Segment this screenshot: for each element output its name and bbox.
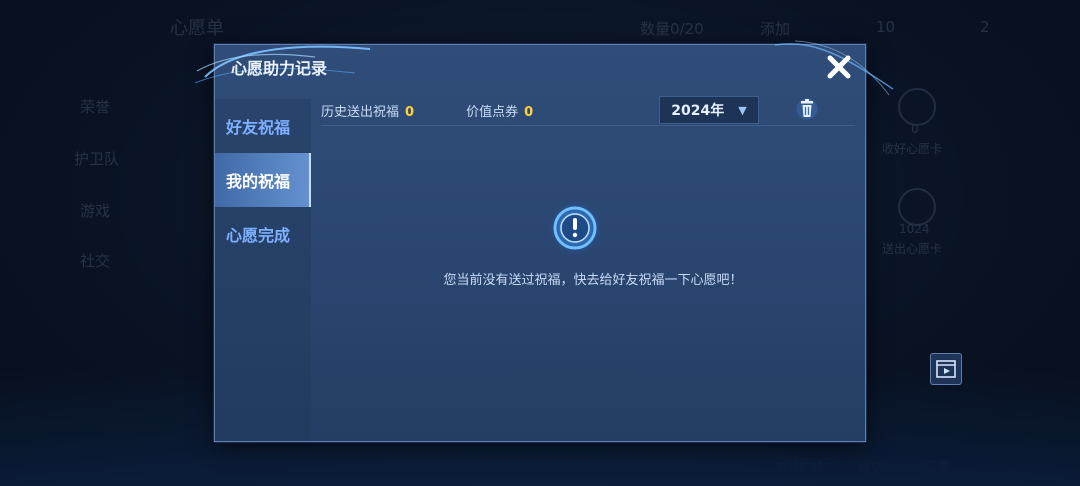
tab-my-blessings[interactable]: 我的祝福 <box>215 153 311 207</box>
year-value: 2024年 <box>671 103 725 119</box>
value-label: 价值点券 <box>466 104 519 120</box>
tab-sidebar: 好友祝福 我的祝福 心愿完成 <box>215 99 311 441</box>
value-value: 0 <box>524 104 534 120</box>
empty-state-message: 您当前没有送过祝福，快去给好友祝福一下心愿吧！ <box>443 273 743 288</box>
history-stat: 历史送出祝福 0 <box>321 101 414 120</box>
tab-friend-blessings[interactable]: 好友祝福 <box>215 99 311 153</box>
tab-wish-completed[interactable]: 心愿完成 <box>215 207 311 261</box>
close-button[interactable] <box>823 51 855 83</box>
play-icon <box>936 360 956 378</box>
modal-title: 心愿助力记录 <box>231 59 328 78</box>
value-stat: 价值点券 0 <box>466 101 533 120</box>
stats-header: 历史送出祝福 0 价值点券 0 2024年 ▼ <box>321 95 855 126</box>
year-dropdown[interactable]: 2024年 ▼ <box>659 96 759 124</box>
exclamation-icon <box>547 200 603 256</box>
chevron-down-icon: ▼ <box>738 103 747 117</box>
trash-icon <box>796 98 818 120</box>
delete-button[interactable] <box>793 95 821 123</box>
empty-state-emblem <box>546 199 604 257</box>
tab-wish-completed-label: 心愿完成 <box>226 226 291 245</box>
history-label: 历史送出祝福 <box>321 104 400 120</box>
wish-record-modal: 心愿助力记录 好友祝福 我的祝福 心愿完成 历史送出祝福 0 价值点券 0 2024… <box>195 40 894 442</box>
tab-my-blessings-label: 我的祝福 <box>226 172 291 191</box>
tab-friend-blessings-label: 好友祝福 <box>226 118 291 137</box>
close-icon <box>827 55 851 79</box>
history-value: 0 <box>405 104 415 120</box>
replay-button[interactable] <box>930 353 962 385</box>
